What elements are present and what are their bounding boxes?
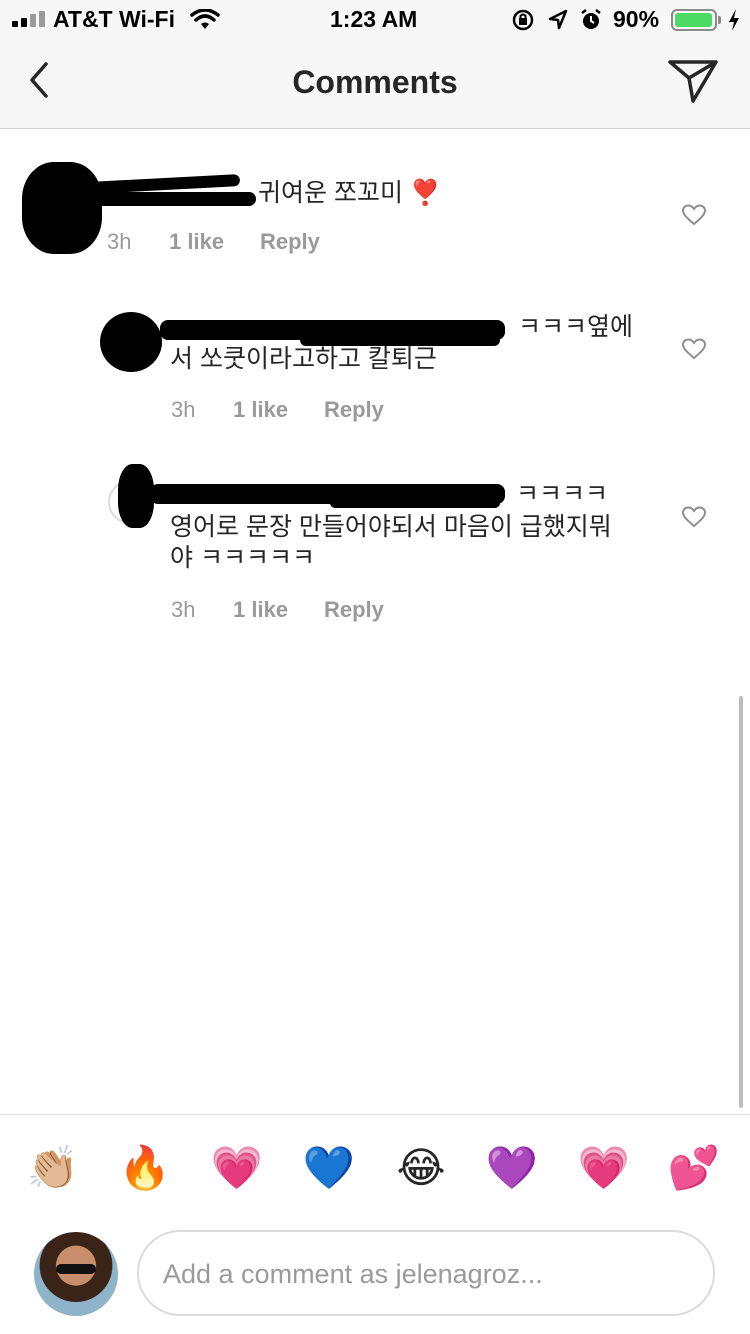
status-bar: AT&T Wi-Fi 1:23 AM 90% (0, 0, 750, 40)
comment-text-line2: 서 쏘쿳이라고하고 칼퇴근 (170, 345, 437, 373)
likes-count[interactable]: 1 like (233, 597, 288, 623)
comment-time: 3h (171, 397, 196, 422)
pink-heart-emoji-button[interactable]: 💗 (574, 1140, 634, 1196)
heart-icon[interactable] (682, 204, 706, 226)
battery-percent: 90% (613, 6, 660, 32)
blue-heart-emoji-button[interactable]: 💙 (299, 1140, 359, 1196)
comment-time: 3h (107, 229, 132, 254)
username-redacted[interactable] (80, 192, 256, 206)
growing-heart-emoji-button[interactable]: 💗 (207, 1140, 267, 1196)
battery-icon (671, 9, 717, 31)
comment-item: ㅋㅋㅋㅋ 영어로 문장 만들어야되서 마음이 급했지뭐 야 ㅋㅋㅋㅋㅋ 3h 1… (0, 460, 750, 630)
comment-text-line1: ㅋㅋㅋ옆에 (518, 313, 634, 341)
location-icon (548, 9, 568, 30)
comment-item: 귀여운 쪼꼬미 ❣️ 3h 1 like Reply (0, 150, 750, 270)
likes-count[interactable]: 1 like (233, 397, 288, 423)
comment-item: ㅋㅋㅋ옆에 서 쏘쿳이라고하고 칼퇴근 3h 1 like Reply (0, 300, 750, 430)
signal-icon (12, 11, 48, 27)
paper-plane-icon (668, 60, 718, 103)
scrollbar[interactable] (739, 696, 743, 1108)
share-button[interactable] (666, 56, 720, 106)
tears-of-joy-emoji-button[interactable]: 😂 (391, 1140, 451, 1196)
clock: 1:23 AM (330, 6, 418, 32)
charging-bolt-icon (729, 9, 739, 31)
two-hearts-emoji-button[interactable]: 💕 (664, 1140, 724, 1196)
comment-input-placeholder: Add a comment as jelenagroz... (163, 1259, 543, 1289)
username-redacted-2 (330, 498, 500, 508)
current-user-avatar (34, 1232, 118, 1316)
avatar-redacted (118, 464, 154, 528)
fire-emoji-button[interactable]: 🔥 (115, 1140, 175, 1196)
reply-button[interactable]: Reply (324, 597, 384, 623)
battery-tip (718, 16, 721, 24)
purple-heart-emoji-button[interactable]: 💜 (482, 1140, 542, 1196)
clapping-emoji-button[interactable]: 👏🏼 (23, 1140, 83, 1196)
carrier-label: AT&T Wi-Fi (53, 6, 175, 32)
avatar-redacted (22, 162, 102, 254)
orientation-lock-icon (512, 9, 534, 31)
comment-text-line1: ㅋㅋㅋㅋ (516, 480, 609, 508)
reply-button[interactable]: Reply (260, 229, 320, 255)
comment-text-line2: 영어로 문장 만들어야되서 마음이 급했지뭐 (170, 513, 612, 541)
alarm-icon (581, 9, 601, 29)
comment-text-line3: 야 ㅋㅋㅋㅋㅋ (170, 544, 315, 572)
likes-count[interactable]: 1 like (169, 229, 224, 255)
wifi-icon (190, 9, 220, 29)
heart-icon[interactable] (682, 506, 706, 528)
comment-text: 귀여운 쪼꼬미 ❣️ (258, 179, 442, 207)
emoji-bar-divider (0, 1114, 750, 1115)
heart-icon[interactable] (682, 338, 706, 360)
avatar-redacted (100, 312, 162, 372)
username-redacted-2 (89, 174, 241, 194)
comment-time: 3h (171, 597, 196, 622)
page-title: Comments (292, 64, 458, 100)
reply-button[interactable]: Reply (324, 397, 384, 423)
nav-bar: Comments (0, 40, 750, 129)
